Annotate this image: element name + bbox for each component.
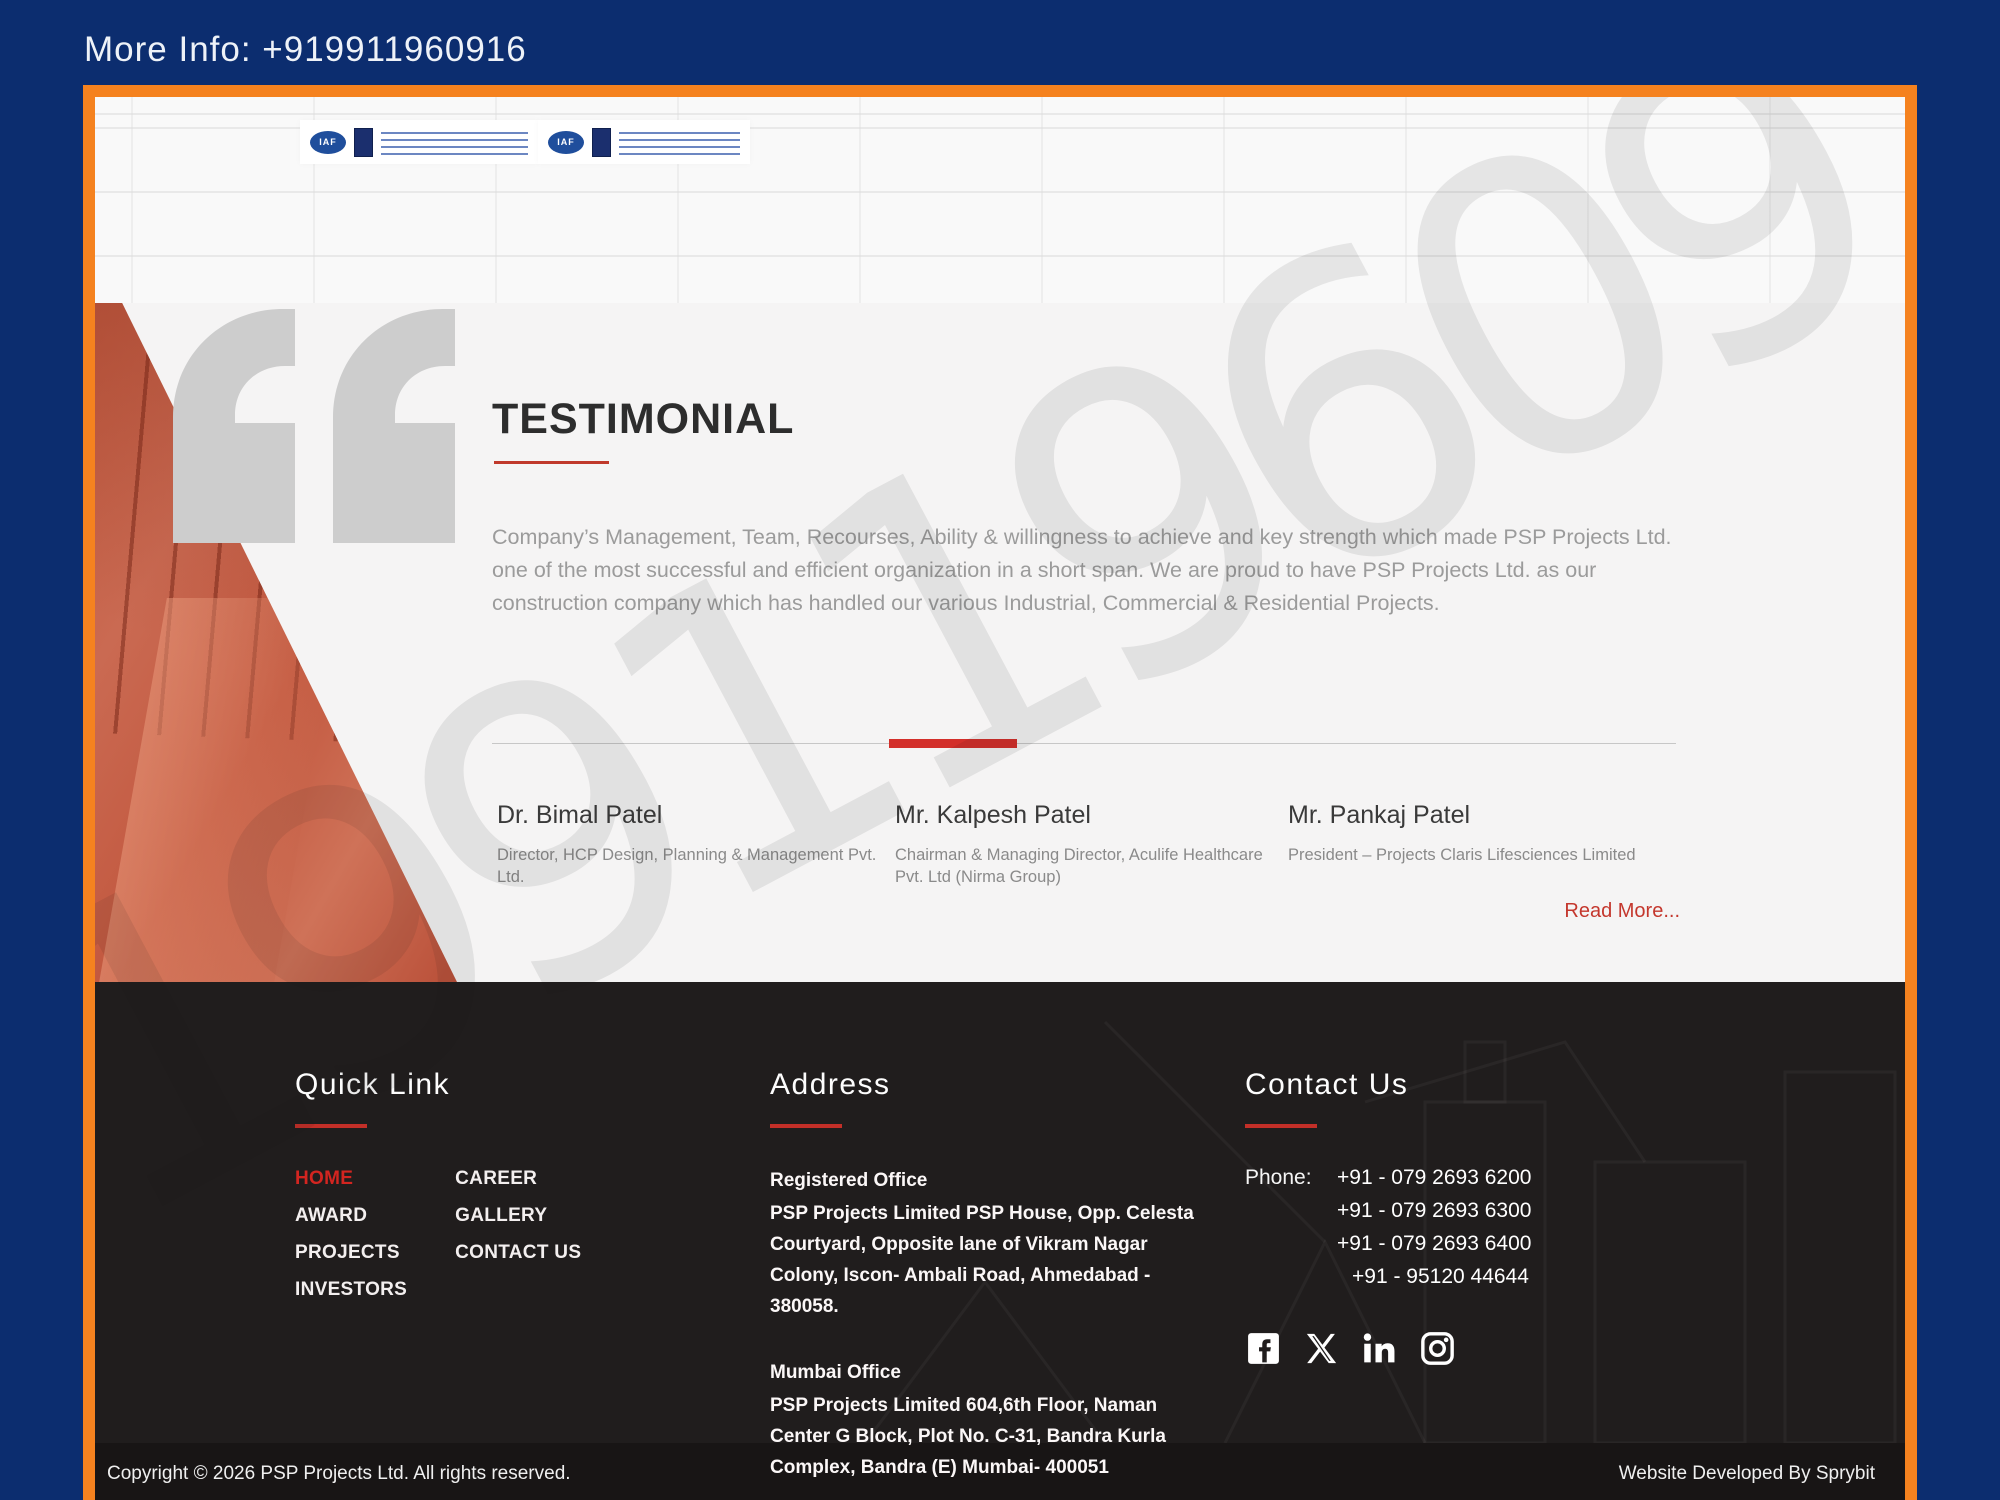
footer-quick-links: Quick Link HOME AWARD PROJECTS INVESTORS… bbox=[295, 1068, 581, 1316]
certificate-badge-icon bbox=[592, 128, 611, 157]
contact-us-heading: Contact Us bbox=[1245, 1068, 1665, 1102]
mumbai-office-address: PSP Projects Limited 604,6th Floor, Nama… bbox=[770, 1390, 1210, 1483]
heading-underline bbox=[295, 1124, 367, 1128]
certificate-badge-icon bbox=[354, 128, 373, 157]
phone-label: Phone: bbox=[1245, 1166, 1337, 1298]
testimonial-section: TESTIMONIAL Company’s Management, Team, … bbox=[95, 303, 1905, 982]
double-quote-icon bbox=[173, 309, 455, 543]
footer-link-career[interactable]: CAREER bbox=[455, 1168, 581, 1190]
phone-number: +91 - 079 2693 6400 bbox=[1337, 1232, 1531, 1256]
address-heading: Address bbox=[770, 1068, 1240, 1102]
footer-address: Address Registered Office PSP Projects L… bbox=[770, 1068, 1240, 1483]
phone-number: +91 - 95120 44644 bbox=[1337, 1265, 1531, 1289]
author-name: Dr. Bimal Patel bbox=[497, 801, 889, 830]
footer-link-gallery[interactable]: GALLERY bbox=[455, 1205, 581, 1227]
iaf-logo: IAF bbox=[548, 131, 584, 154]
certificate-strip: IAF bbox=[538, 120, 750, 164]
footer-link-home[interactable]: HOME bbox=[295, 1168, 407, 1190]
phone-number: +91 - 079 2693 6200 bbox=[1337, 1166, 1531, 1190]
section-title: TESTIMONIAL bbox=[492, 395, 794, 444]
mumbai-office-label: Mumbai Office bbox=[770, 1362, 1240, 1384]
heading-underline bbox=[770, 1124, 842, 1128]
more-info-text: More Info: +919911960916 bbox=[84, 30, 527, 70]
registered-office-address: PSP Projects Limited PSP House, Opp. Cel… bbox=[770, 1198, 1210, 1322]
certificate-text-lines bbox=[619, 129, 740, 155]
footer: Quick Link HOME AWARD PROJECTS INVESTORS… bbox=[95, 982, 1905, 1443]
facebook-icon[interactable] bbox=[1245, 1330, 1282, 1367]
carousel-indicator[interactable] bbox=[889, 739, 1017, 748]
page-card: IAF IAF TESTIMONIAL Company’s Management… bbox=[83, 85, 1917, 1500]
certificate-text-lines bbox=[381, 129, 528, 155]
footer-link-award[interactable]: AWARD bbox=[295, 1205, 407, 1227]
header-brick-banner: IAF IAF bbox=[95, 97, 1905, 303]
instagram-icon[interactable] bbox=[1419, 1330, 1456, 1367]
author-role: President – Projects Claris Lifesciences… bbox=[1288, 844, 1678, 866]
testimonial-quote-text: Company’s Management, Team, Recourses, A… bbox=[492, 521, 1680, 620]
x-icon[interactable] bbox=[1303, 1330, 1340, 1367]
phone-number: +91 - 079 2693 6300 bbox=[1337, 1199, 1531, 1223]
carousel-track bbox=[492, 743, 1676, 744]
linkedin-icon[interactable] bbox=[1361, 1330, 1398, 1367]
heading-underline bbox=[1245, 1124, 1317, 1128]
certificate-strip: IAF bbox=[300, 120, 538, 164]
author-role: Director, HCP Design, Planning & Managem… bbox=[497, 844, 889, 888]
testimonial-author: Mr. Pankaj Patel President – Projects Cl… bbox=[1288, 801, 1678, 866]
copyright-text: Copyright © 2026 PSP Projects Ltd. All r… bbox=[107, 1463, 571, 1500]
footer-link-contact-us[interactable]: CONTACT US bbox=[455, 1242, 581, 1264]
registered-office-label: Registered Office bbox=[770, 1170, 1240, 1192]
footer-contact: Contact Us Phone: +91 - 079 2693 6200 +9… bbox=[1245, 1068, 1665, 1367]
read-more-link[interactable]: Read More... bbox=[1564, 900, 1680, 923]
footer-link-investors[interactable]: INVESTORS bbox=[295, 1279, 407, 1301]
footer-link-projects[interactable]: PROJECTS bbox=[295, 1242, 407, 1264]
author-name: Mr. Pankaj Patel bbox=[1288, 801, 1678, 830]
author-role: Chairman & Managing Director, Aculife He… bbox=[895, 844, 1277, 888]
author-name: Mr. Kalpesh Patel bbox=[895, 801, 1277, 830]
developer-credit-link[interactable]: Website Developed By Sprybit bbox=[1619, 1463, 1875, 1500]
testimonial-author: Dr. Bimal Patel Director, HCP Design, Pl… bbox=[497, 801, 889, 888]
title-underline bbox=[494, 461, 609, 464]
iaf-logo: IAF bbox=[310, 131, 346, 154]
testimonial-author: Mr. Kalpesh Patel Chairman & Managing Di… bbox=[895, 801, 1277, 888]
quick-link-heading: Quick Link bbox=[295, 1068, 581, 1102]
